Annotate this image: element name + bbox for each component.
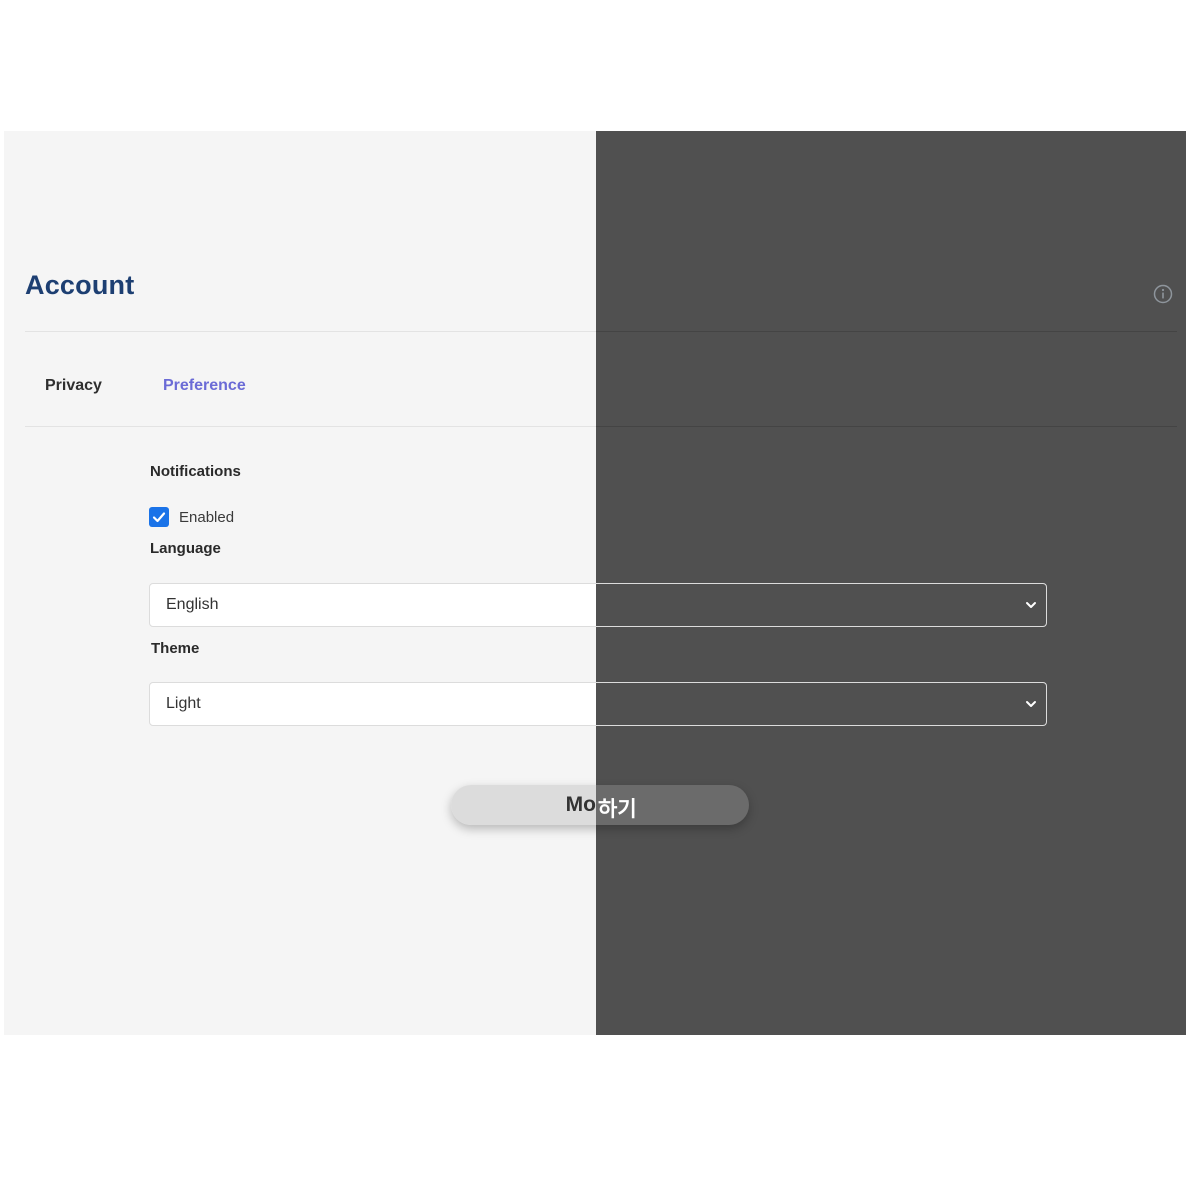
notifications-label: Notifications [150, 463, 241, 480]
info-circle-icon[interactable] [1153, 284, 1173, 304]
notifications-enabled-row[interactable]: Enabled [149, 507, 234, 527]
theme-select[interactable]: Light [149, 682, 1047, 726]
notifications-checkbox[interactable] [149, 507, 169, 527]
tab-preference[interactable]: Preference [163, 377, 246, 395]
check-icon [152, 512, 166, 523]
chevron-down-icon [1026, 602, 1036, 608]
settings-panel: Account Privacy Preference Notifications… [4, 131, 1186, 1035]
language-select-value: English [166, 596, 219, 613]
chevron-down-icon [1026, 701, 1036, 707]
language-select[interactable]: English [149, 583, 1047, 627]
mode-toggle-button[interactable]: Mo 하기 [451, 785, 749, 825]
theme-select-value: Light [166, 695, 201, 712]
notifications-checkbox-label: Enabled [179, 508, 235, 526]
tabs-divider [25, 426, 1177, 427]
language-label: Language [150, 540, 221, 557]
tab-privacy[interactable]: Privacy [45, 377, 102, 395]
mode-toggle-right-text: 하기 [598, 798, 637, 821]
mode-toggle-left-text: Mo [565, 793, 596, 816]
header-divider [25, 331, 1177, 332]
theme-label: Theme [151, 640, 200, 657]
page-title: Account [25, 270, 135, 300]
